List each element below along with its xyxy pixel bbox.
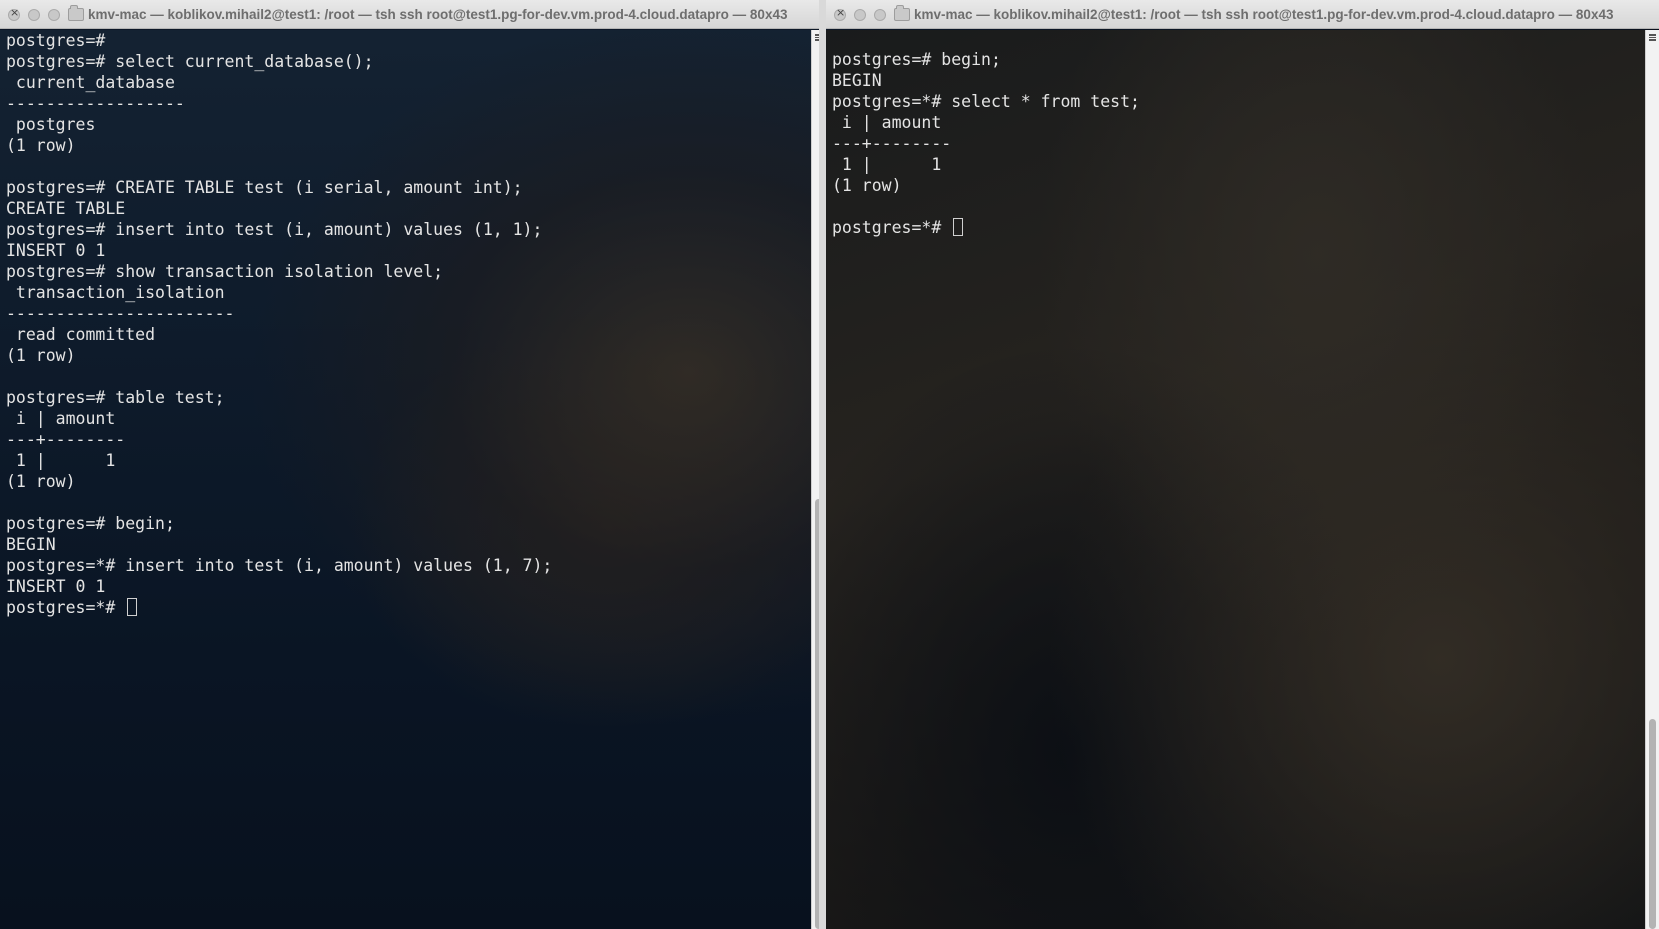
terminal-lines: postgres=# postgres=# select current_data…: [6, 30, 552, 618]
terminal-line: postgres=# begin;: [832, 50, 1001, 69]
terminal-line: postgres=*# insert into test (i, amount)…: [6, 556, 553, 575]
cursor-block: [953, 218, 964, 236]
terminal-line: postgres=# select current_database();: [6, 52, 374, 71]
window-title: kmv-mac — koblikov.mihail2@test1: /root …: [914, 7, 1614, 22]
cursor-block: [127, 598, 138, 616]
close-button[interactable]: [834, 6, 846, 21]
terminal-line: INSERT 0 1: [6, 241, 106, 260]
terminal-line: (1 row): [6, 136, 76, 155]
prompt-text: postgres=*#: [832, 218, 952, 237]
scrollbar[interactable]: [1645, 30, 1659, 929]
terminal-lines: postgres=# begin; BEGIN postgres=*# select…: [832, 49, 1140, 238]
terminal-line: BEGIN: [6, 535, 56, 554]
prompt-line[interactable]: postgres=*#: [6, 597, 552, 618]
terminal-line: read committed: [6, 325, 156, 344]
terminal-line: 1 | 1: [6, 451, 116, 470]
desktop: kmv-mac — koblikov.mihail2@test1: /root …: [0, 0, 1659, 929]
right-title-bar[interactable]: kmv-mac — koblikov.mihail2@test1: /root …: [826, 0, 1659, 29]
terminal-line: ---+--------: [6, 430, 126, 449]
terminal-line: -----------------------: [6, 304, 235, 323]
prompt-text: postgres=*#: [6, 598, 126, 617]
terminal-line: (1 row): [832, 176, 902, 195]
scroll-thumb[interactable]: [1649, 719, 1656, 929]
terminal-line: postgres=# table test;: [6, 388, 225, 407]
prompt-line[interactable]: postgres=*#: [832, 217, 1140, 238]
terminal-line: BEGIN: [832, 71, 882, 90]
terminal-line: postgres=# insert into test (i, amount) …: [6, 220, 543, 239]
terminal-line: 1 | 1: [832, 155, 942, 174]
minimize-button[interactable]: [854, 9, 866, 21]
zoom-button[interactable]: [874, 9, 886, 21]
terminal-line: i | amount: [6, 409, 116, 428]
terminal-output[interactable]: postgres=# postgres=# select current_data…: [0, 30, 811, 929]
zoom-button[interactable]: [48, 9, 60, 21]
folder-icon: [68, 5, 84, 21]
terminal-line: postgres=# begin;: [6, 514, 175, 533]
terminal-line: (1 row): [6, 346, 76, 365]
terminal-line: postgres=*# select * from test;: [832, 92, 1140, 111]
terminal-line: (1 row): [6, 472, 76, 491]
scrollback-menu-icon[interactable]: [1649, 34, 1656, 41]
terminal-line: CREATE TABLE: [6, 199, 126, 218]
close-button[interactable]: [8, 6, 20, 21]
window-title: kmv-mac — koblikov.mihail2@test1: /root …: [88, 7, 788, 22]
terminal-line: transaction_isolation: [6, 283, 225, 302]
terminal-output[interactable]: postgres=# begin; BEGIN postgres=*# select…: [826, 30, 1645, 929]
terminal-line: ------------------: [6, 94, 185, 113]
right-terminal-window[interactable]: kmv-mac — koblikov.mihail2@test1: /root …: [826, 0, 1659, 929]
terminal-line: i | amount: [832, 113, 942, 132]
terminal-line: postgres=# show transaction isolation le…: [6, 262, 444, 281]
left-terminal-window[interactable]: kmv-mac — koblikov.mihail2@test1: /root …: [0, 0, 825, 929]
terminal-line: current_database: [6, 73, 175, 92]
left-title-bar[interactable]: kmv-mac — koblikov.mihail2@test1: /root …: [0, 0, 825, 29]
window-divider: [819, 0, 826, 929]
terminal-line: ---+--------: [832, 134, 952, 153]
minimize-button[interactable]: [28, 9, 40, 21]
terminal-line: postgres=#: [6, 31, 106, 50]
terminal-line: INSERT 0 1: [6, 577, 106, 596]
terminal-line: postgres: [6, 115, 96, 134]
folder-icon: [894, 5, 910, 21]
terminal-line: postgres=# CREATE TABLE test (i serial, …: [6, 178, 523, 197]
